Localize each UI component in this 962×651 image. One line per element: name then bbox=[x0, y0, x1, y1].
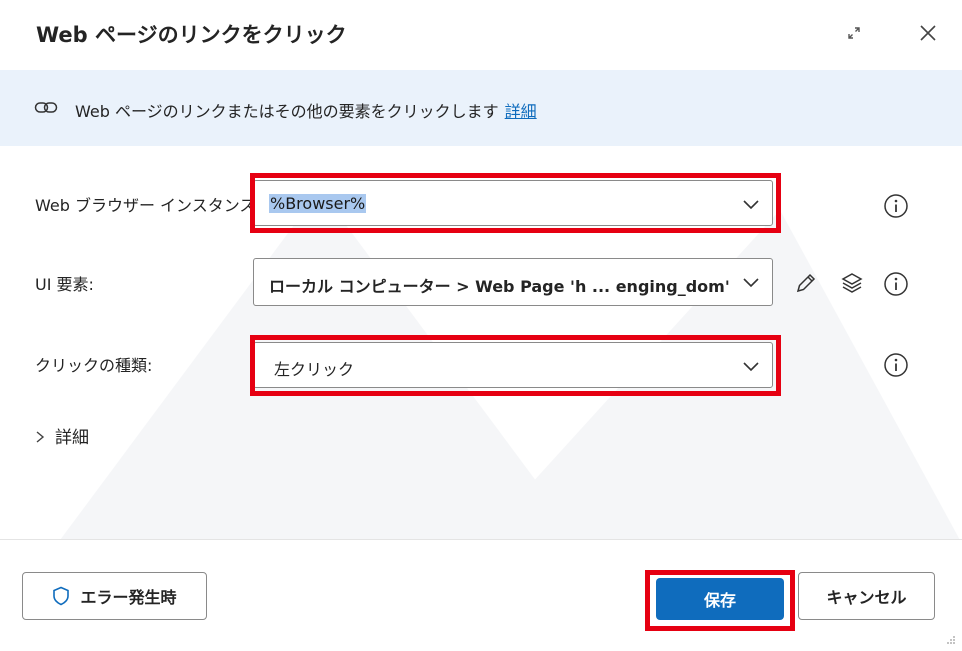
chevron-down-icon bbox=[743, 200, 759, 210]
advanced-toggle[interactable]: 詳細 bbox=[35, 423, 89, 448]
chevron-down-icon bbox=[743, 362, 759, 372]
on-error-label: エラー発生時 bbox=[80, 588, 177, 607]
title-bar: Web ページのリンクをクリック bbox=[0, 0, 962, 70]
on-error-button[interactable]: エラー発生時 bbox=[22, 572, 207, 620]
dialog-title: Web ページのリンクをクリック bbox=[36, 23, 347, 47]
info-icon[interactable] bbox=[883, 193, 909, 219]
chevron-down-icon bbox=[743, 278, 759, 288]
click-type-value: 左クリック bbox=[274, 360, 355, 379]
browser-instance-dropdown[interactable]: %Browser% bbox=[253, 180, 773, 226]
save-label: 保存 bbox=[703, 591, 736, 610]
browser-instance-value: %Browser% bbox=[269, 194, 367, 213]
link-icon bbox=[34, 102, 58, 113]
advanced-label: 詳細 bbox=[55, 428, 89, 448]
chevron-right-icon bbox=[35, 428, 45, 448]
dialog: Web ページのリンクをクリック Web ページのリンクまたはその他の要素をクリ… bbox=[0, 0, 962, 651]
info-banner: Web ページのリンクまたはその他の要素をクリックします 詳細 bbox=[0, 70, 962, 146]
info-icon[interactable] bbox=[883, 271, 909, 297]
ui-element-label: UI 要素: bbox=[35, 275, 94, 294]
browser-instance-label: Web ブラウザー インスタンス: bbox=[35, 196, 261, 215]
resize-grip-icon[interactable] bbox=[946, 635, 956, 645]
cancel-label: キャンセル bbox=[826, 588, 907, 607]
save-button[interactable]: 保存 bbox=[656, 578, 784, 620]
ui-element-dropdown[interactable]: ローカル コンピューター > Web Page 'h ... enging_do… bbox=[253, 258, 773, 306]
click-type-dropdown[interactable]: 左クリック bbox=[253, 342, 773, 388]
banner-description: Web ページのリンクまたはその他の要素をクリックします bbox=[75, 102, 499, 121]
pencil-icon[interactable] bbox=[793, 270, 819, 296]
shield-icon bbox=[53, 586, 70, 606]
ui-element-value: ローカル コンピューター > Web Page 'h ... enging_do… bbox=[269, 277, 729, 296]
banner-text: Web ページのリンクまたはその他の要素をクリックします 詳細 bbox=[75, 98, 537, 122]
cancel-button[interactable]: キャンセル bbox=[798, 572, 935, 620]
close-icon[interactable] bbox=[912, 17, 944, 49]
info-icon[interactable] bbox=[883, 352, 909, 378]
footer-divider bbox=[0, 539, 962, 540]
expand-icon[interactable] bbox=[838, 17, 870, 49]
banner-learn-more-link[interactable]: 詳細 bbox=[505, 102, 537, 121]
click-type-label: クリックの種類: bbox=[35, 356, 153, 375]
layers-icon[interactable] bbox=[839, 270, 865, 296]
